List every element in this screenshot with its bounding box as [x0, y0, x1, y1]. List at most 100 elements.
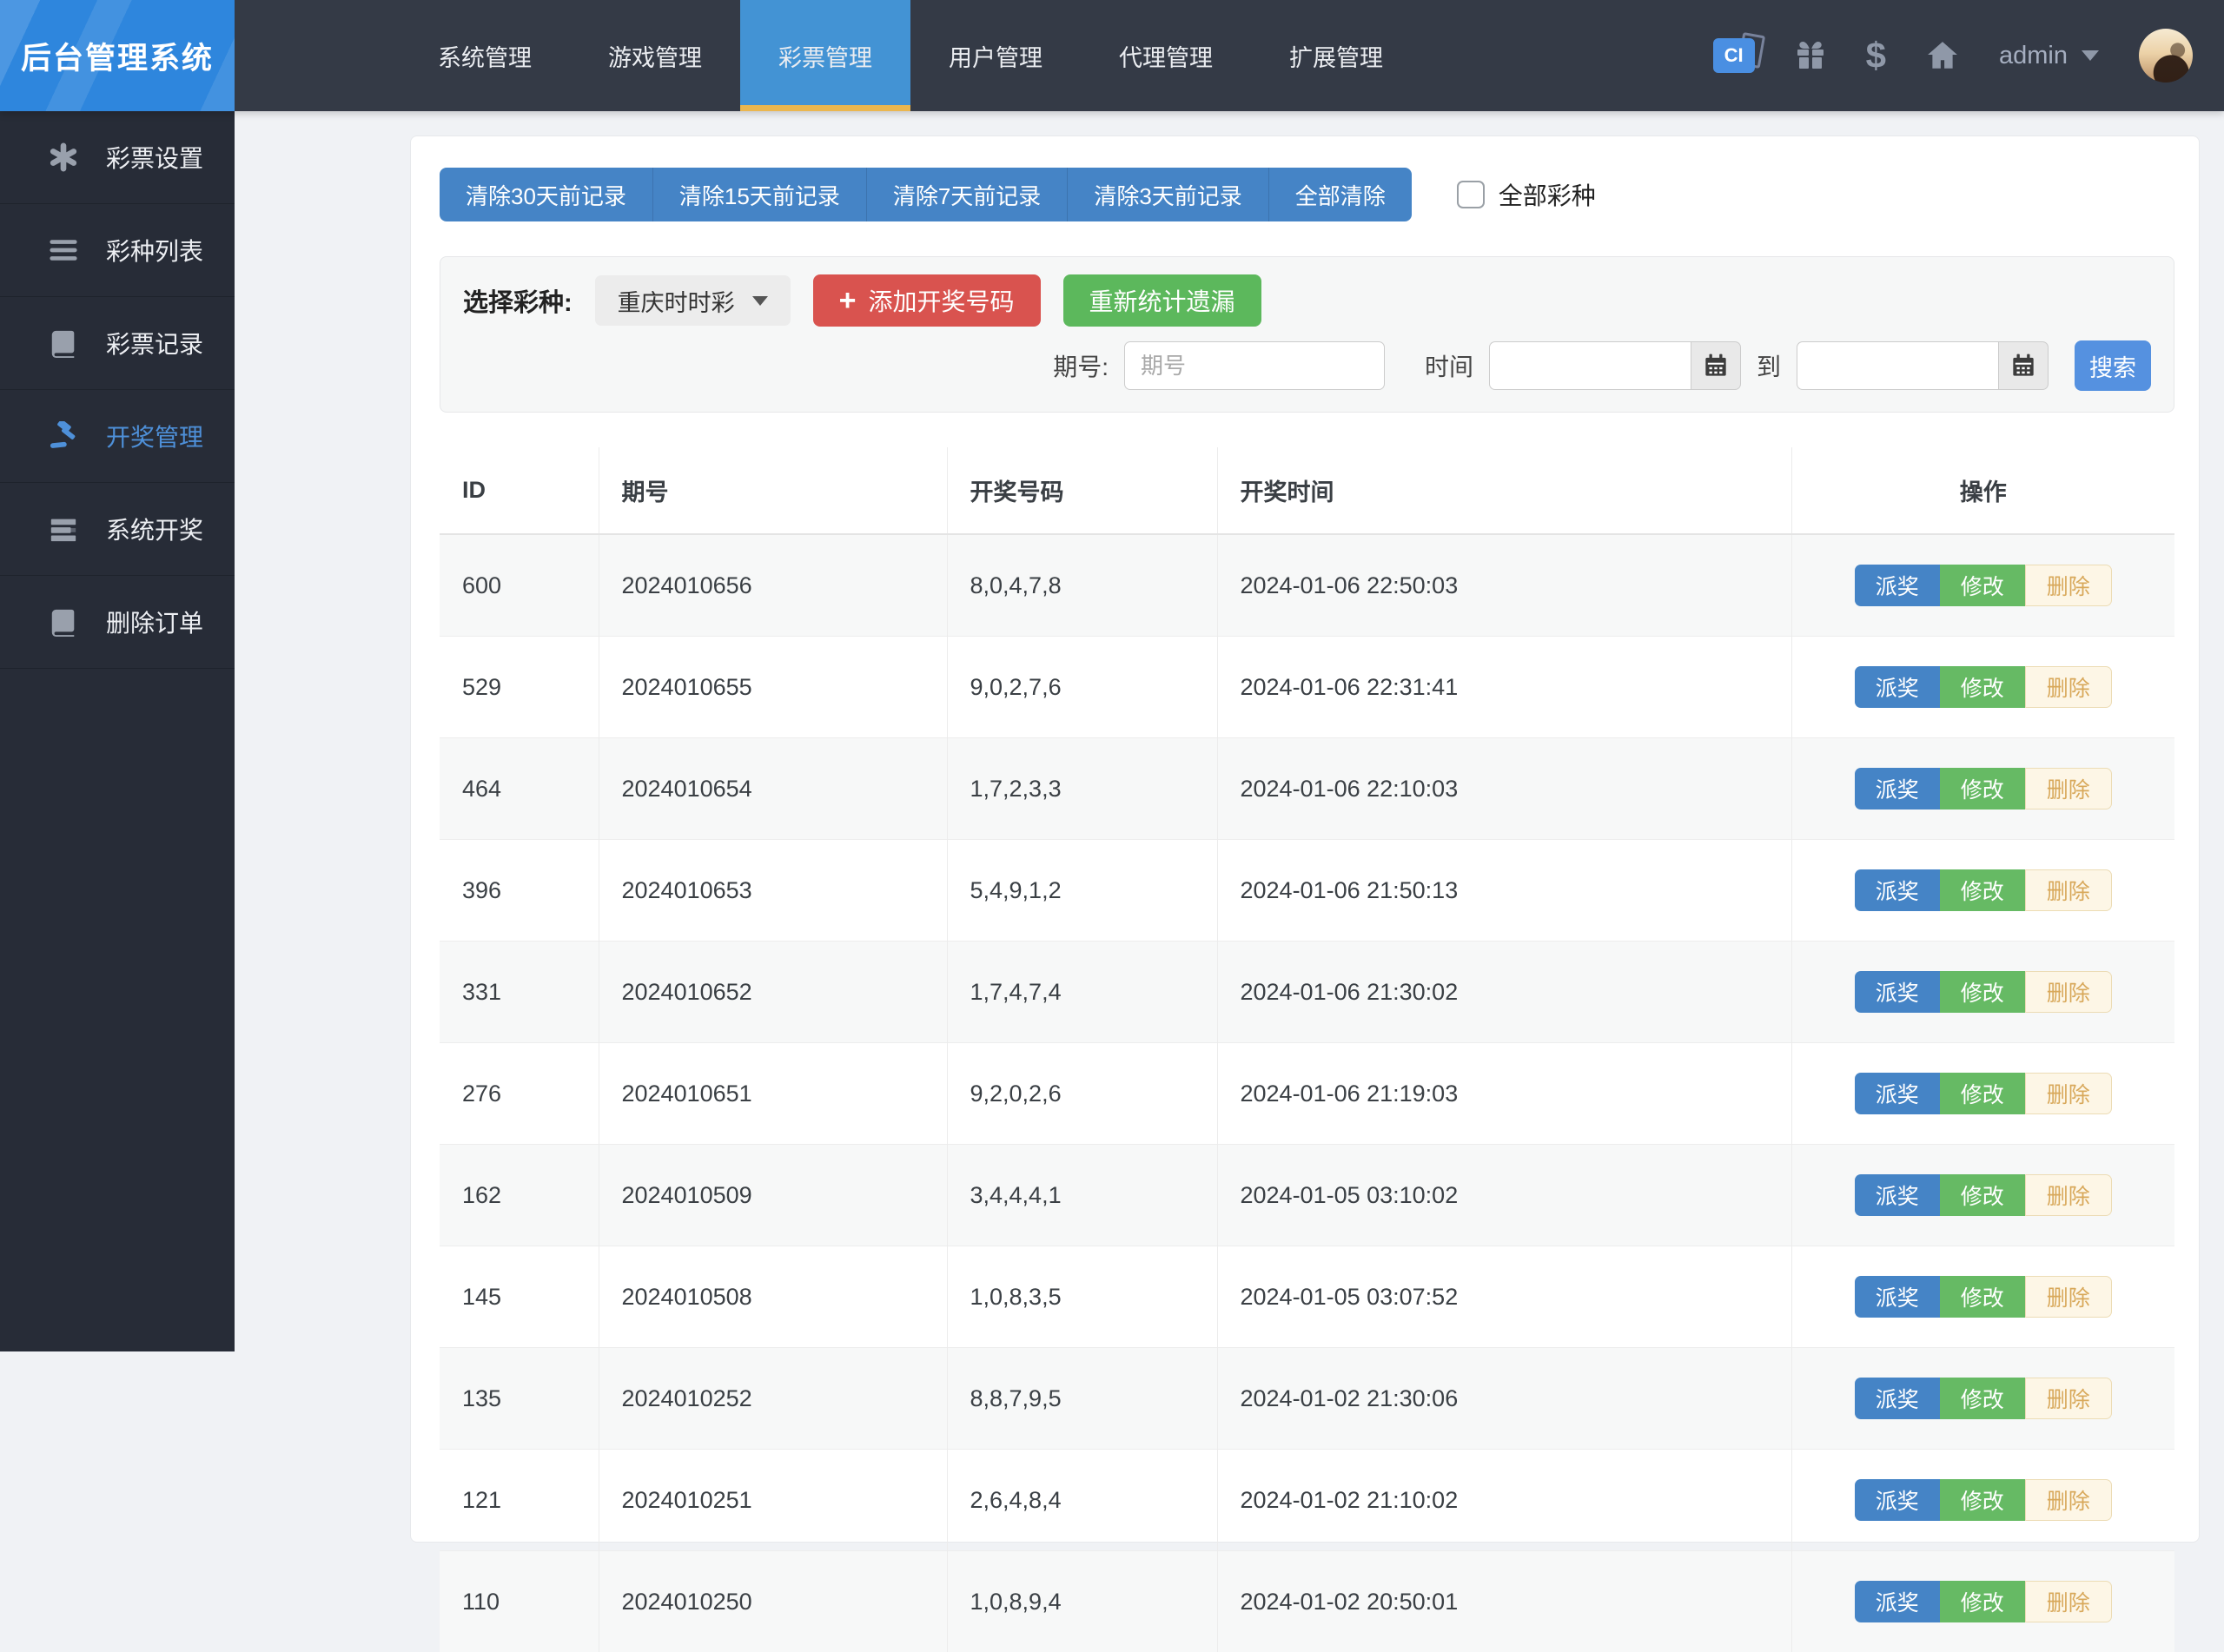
content-area: 清除30天前记录清除15天前记录清除7天前记录清除3天前记录全部清除 全部彩种 … — [235, 111, 2224, 1351]
dispatch-prize-button[interactable]: 派奖 — [1855, 1378, 1940, 1419]
time-from-input[interactable] — [1489, 341, 1691, 390]
calendar-icon[interactable] — [1691, 341, 1741, 390]
delete-button[interactable]: 删除 — [2025, 1581, 2112, 1622]
nav-tab-2[interactable]: 游戏管理 — [570, 0, 740, 111]
nav-tab-6[interactable]: 扩展管理 — [1251, 0, 1421, 111]
cell-numbers: 1,0,8,3,5 — [947, 1246, 1217, 1348]
content-card: 清除30天前记录清除15天前记录清除7天前记录清除3天前记录全部清除 全部彩种 … — [410, 135, 2200, 1543]
sidebar-item-4[interactable]: 开奖管理 — [0, 390, 235, 483]
nav-tab-label: 扩展管理 — [1289, 39, 1383, 73]
app-logo: 后台管理系统 — [0, 0, 235, 111]
cell-issue: 2024010250 — [599, 1551, 947, 1652]
delete-button[interactable]: 删除 — [2025, 869, 2112, 911]
dispatch-prize-button[interactable]: 派奖 — [1855, 971, 1940, 1013]
edit-button[interactable]: 修改 — [1940, 768, 2025, 809]
edit-button[interactable]: 修改 — [1940, 1581, 2025, 1622]
dispatch-prize-button[interactable]: 派奖 — [1855, 666, 1940, 708]
delete-button[interactable]: 删除 — [2025, 1276, 2112, 1318]
nav-tab-1[interactable]: 系统管理 — [400, 0, 570, 111]
table-row: 600 2024010656 8,0,4,7,8 2024-01-06 22:5… — [440, 534, 2174, 637]
dispatch-prize-button[interactable]: 派奖 — [1855, 1174, 1940, 1216]
nav-tab-5[interactable]: 代理管理 — [1081, 0, 1251, 111]
edit-button[interactable]: 修改 — [1940, 971, 2025, 1013]
edit-button[interactable]: 修改 — [1940, 565, 2025, 606]
nav-tab-label: 系统管理 — [438, 39, 532, 73]
cell-time: 2024-01-06 22:50:03 — [1217, 534, 1791, 637]
delete-button[interactable]: 删除 — [2025, 1073, 2112, 1114]
cell-id: 600 — [440, 534, 599, 637]
table-row: 396 2024010653 5,4,9,1,2 2024-01-06 21:5… — [440, 840, 2174, 942]
delete-button[interactable]: 删除 — [2025, 1174, 2112, 1216]
cell-numbers: 1,7,2,3,3 — [947, 738, 1217, 840]
search-button[interactable]: 搜索 — [2075, 340, 2151, 391]
edit-button[interactable]: 修改 — [1940, 1073, 2025, 1114]
cell-id: 135 — [440, 1348, 599, 1450]
edit-button[interactable]: 修改 — [1940, 1276, 2025, 1318]
issue-input[interactable] — [1124, 341, 1385, 390]
user-menu[interactable]: admin — [1999, 42, 2099, 70]
time-to-input[interactable] — [1797, 341, 1998, 390]
sidebar-item-5[interactable]: 系统开奖 — [0, 483, 235, 576]
sidebar-item-label: 开奖管理 — [106, 419, 203, 453]
sidebar-item-2[interactable]: 彩种列表 — [0, 204, 235, 297]
all-lottery-option[interactable]: 全部彩种 — [1457, 177, 1596, 212]
tasks-icon — [49, 514, 83, 544]
gift-icon[interactable] — [1795, 40, 1826, 71]
book-icon — [49, 607, 83, 637]
table-row: 162 2024010509 3,4,4,4,1 2024-01-05 03:1… — [440, 1145, 2174, 1246]
clear-button-5[interactable]: 全部清除 — [1269, 168, 1412, 221]
dispatch-prize-button[interactable]: 派奖 — [1855, 1276, 1940, 1318]
add-draw-number-button[interactable]: + 添加开奖号码 — [813, 274, 1041, 327]
sidebar-item-3[interactable]: 彩票记录 — [0, 297, 235, 390]
clear-button-group: 清除30天前记录清除15天前记录清除7天前记录清除3天前记录全部清除 — [440, 168, 1412, 221]
delete-button[interactable]: 删除 — [2025, 1479, 2112, 1521]
dispatch-prize-button[interactable]: 派奖 — [1855, 1581, 1940, 1622]
time-from-group — [1489, 341, 1741, 390]
recount-missing-button[interactable]: 重新统计遗漏 — [1063, 274, 1261, 327]
nav-tab-3[interactable]: 彩票管理 — [740, 0, 910, 111]
row-actions: 派奖 修改 删除 — [1855, 1378, 2112, 1419]
delete-button[interactable]: 删除 — [2025, 768, 2112, 809]
delete-button[interactable]: 删除 — [2025, 971, 2112, 1013]
delete-button[interactable]: 删除 — [2025, 1378, 2112, 1419]
dispatch-prize-button[interactable]: 派奖 — [1855, 1479, 1940, 1521]
sidebar-item-1[interactable]: 彩票设置 — [0, 111, 235, 204]
cell-time: 2024-01-02 21:10:02 — [1217, 1450, 1791, 1551]
edit-button[interactable]: 修改 — [1940, 869, 2025, 911]
avatar[interactable] — [2139, 29, 2193, 83]
lottery-select[interactable]: 重庆时时彩 — [595, 275, 791, 326]
dollar-icon[interactable]: $ — [1866, 35, 1886, 76]
cell-numbers: 8,0,4,7,8 — [947, 534, 1217, 637]
home-icon[interactable] — [1926, 39, 1959, 72]
cell-id: 121 — [440, 1450, 599, 1551]
cell-time: 2024-01-02 20:50:01 — [1217, 1551, 1791, 1652]
cell-issue: 2024010251 — [599, 1450, 947, 1551]
delete-button[interactable]: 删除 — [2025, 565, 2112, 606]
delete-button[interactable]: 删除 — [2025, 666, 2112, 708]
dispatch-prize-button[interactable]: 派奖 — [1855, 565, 1940, 606]
dispatch-prize-button[interactable]: 派奖 — [1855, 1073, 1940, 1114]
sidebar-item-6[interactable]: 删除订单 — [0, 576, 235, 669]
sidebar-item-label: 删除订单 — [106, 605, 203, 639]
clear-button-1[interactable]: 清除30天前记录 — [440, 168, 653, 221]
calendar-icon[interactable] — [1998, 341, 2049, 390]
dispatch-prize-button[interactable]: 派奖 — [1855, 869, 1940, 911]
clear-button-4[interactable]: 清除3天前记录 — [1068, 168, 1268, 221]
cell-id: 529 — [440, 637, 599, 738]
clear-button-3[interactable]: 清除7天前记录 — [867, 168, 1068, 221]
sidebar-item-label: 彩种列表 — [106, 233, 203, 268]
all-lottery-checkbox[interactable] — [1457, 181, 1485, 208]
table-header-row: ID 期号 开奖号码 开奖时间 操作 — [440, 447, 2174, 534]
nav-tab-4[interactable]: 用户管理 — [910, 0, 1081, 111]
ci-icon[interactable]: CI — [1713, 38, 1755, 73]
edit-button[interactable]: 修改 — [1940, 666, 2025, 708]
cell-numbers: 5,4,9,1,2 — [947, 840, 1217, 942]
edit-button[interactable]: 修改 — [1940, 1378, 2025, 1419]
table-row: 529 2024010655 9,0,2,7,6 2024-01-06 22:3… — [440, 637, 2174, 738]
edit-button[interactable]: 修改 — [1940, 1174, 2025, 1216]
dispatch-prize-button[interactable]: 派奖 — [1855, 768, 1940, 809]
nav-tab-label: 游戏管理 — [608, 39, 702, 73]
edit-button[interactable]: 修改 — [1940, 1479, 2025, 1521]
clear-button-2[interactable]: 清除15天前记录 — [653, 168, 867, 221]
cell-numbers: 8,8,7,9,5 — [947, 1348, 1217, 1450]
